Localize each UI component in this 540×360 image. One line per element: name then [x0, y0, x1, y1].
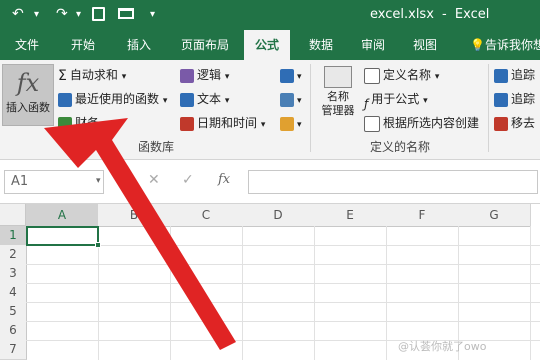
- red-arrow-icon: [44, 118, 236, 350]
- watermark: @认荟你就了owo: [398, 340, 487, 353]
- annotation-arrow: [44, 118, 236, 350]
